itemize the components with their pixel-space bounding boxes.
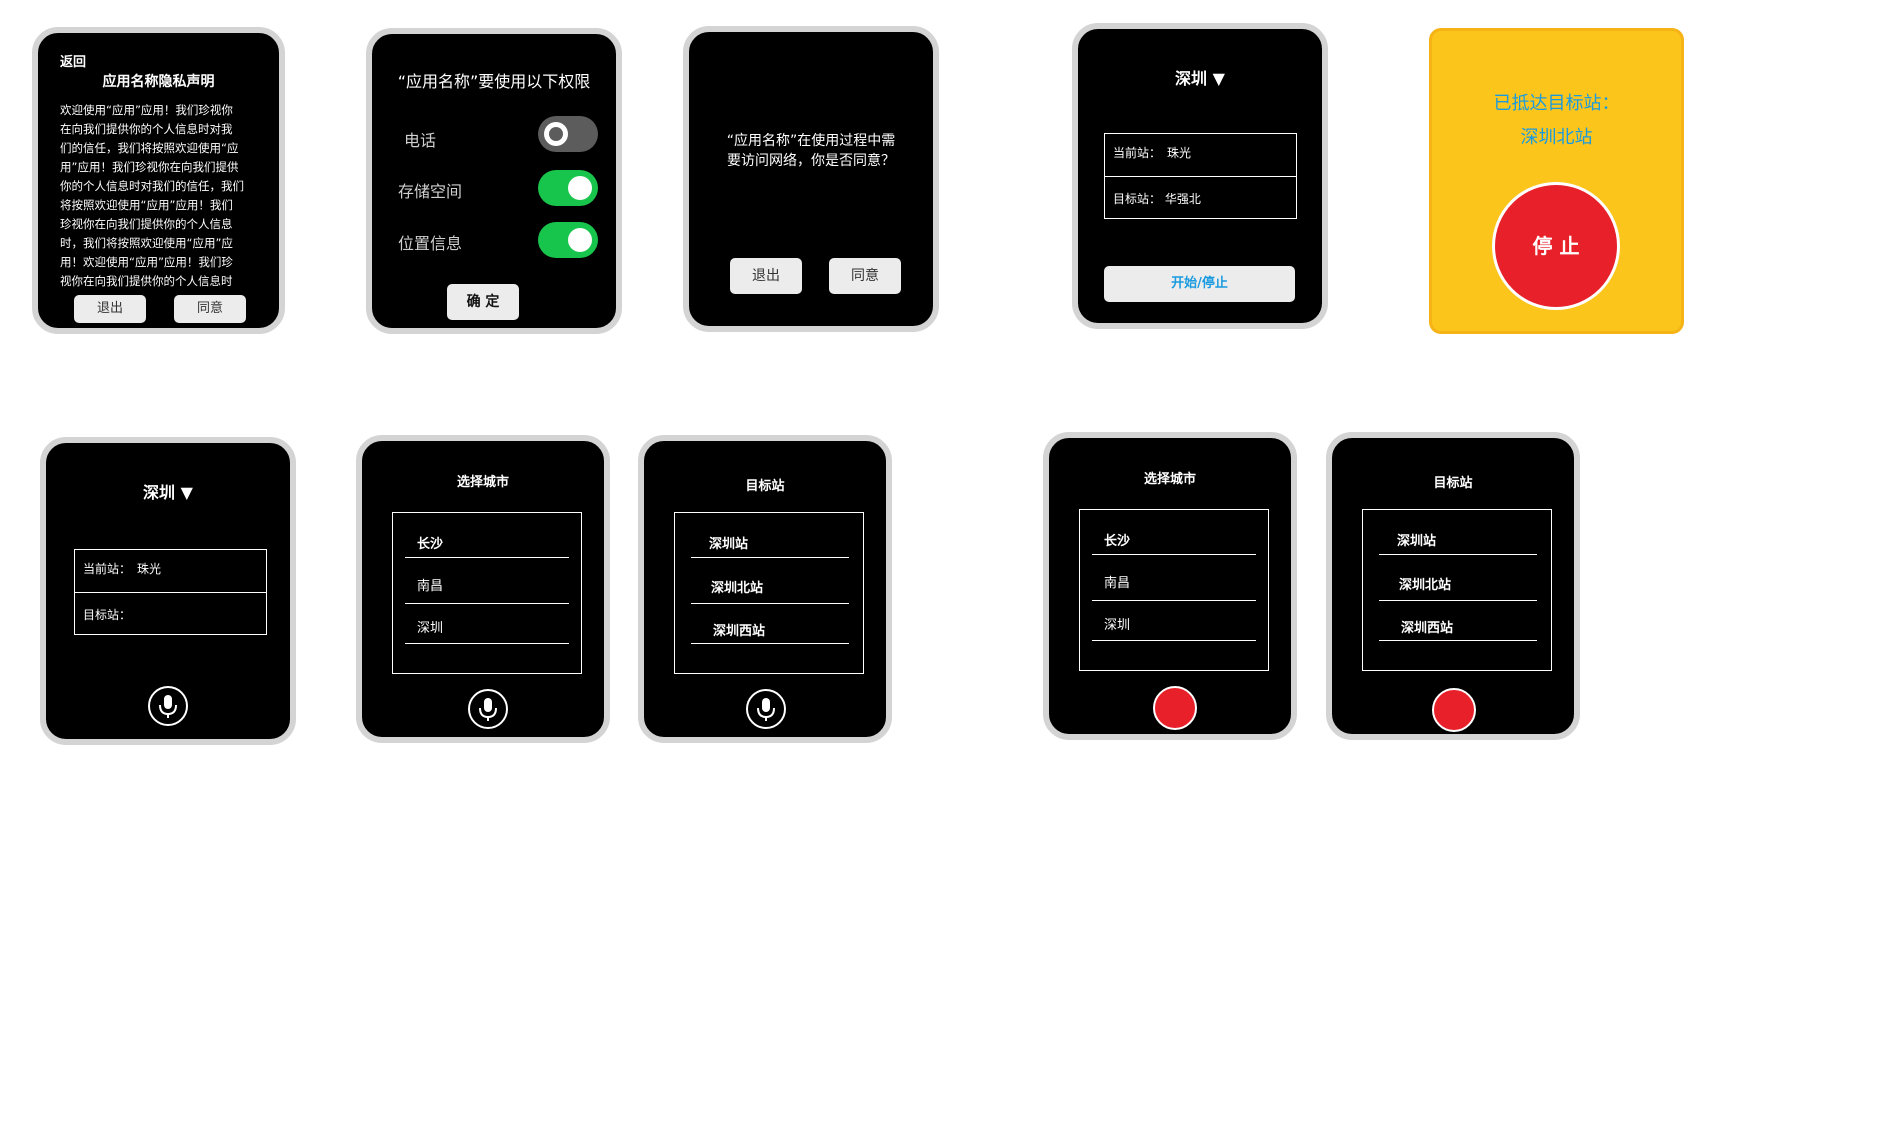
privacy-body-line: 珍视你在向我们提供你的个人信息 [60, 217, 233, 231]
list-item[interactable]: 深圳站 [709, 533, 748, 552]
list-item[interactable]: 深圳站 [1397, 530, 1436, 549]
city-select-title: 选择城市 [1143, 472, 1196, 487]
network-question-line2: 要访问网络，你是否同意？ [727, 153, 895, 169]
perm-label-location: 位置信息 [398, 234, 463, 253]
list-item[interactable]: 深圳北站 [711, 577, 763, 596]
permissions-title: “应用名称”要使用以下权限 [397, 72, 591, 91]
current-station: 当前站： 珠光 [1113, 146, 1192, 160]
exit-button[interactable]: 退出 [74, 295, 146, 323]
target-list: 深圳站 深圳北站 深圳西站 [1362, 509, 1552, 671]
target-list: 深圳站 深圳北站 深圳西站 [674, 512, 864, 674]
stop-button[interactable]: 停 止 [1492, 182, 1620, 310]
privacy-body-line: 视你在向我们提供你的个人信息时 [60, 274, 233, 288]
perm-toggle-phone[interactable] [538, 116, 598, 152]
target-station: 目标站： [83, 608, 132, 622]
watch-network-consent: “应用名称”在使用过程中需 要访问网络，你是否同意？ 退出 同意 [683, 26, 939, 332]
arrived-station: 深圳北站 [1520, 127, 1593, 148]
perm-label-phone: 电话 [404, 131, 437, 150]
privacy-body-line: 欢迎使用“应用”应用！我们珍视你 [60, 103, 233, 117]
target-select-title: 目标站 [1433, 476, 1473, 491]
city-list: 长沙 南昌 深圳 [1079, 509, 1269, 671]
confirm-button[interactable]: 确 定 [447, 284, 519, 320]
city-dropdown[interactable]: 深圳 ▼ [1078, 65, 1322, 89]
watch-main-voice: 深圳 ▼ 当前站： 珠光 目标站： [40, 437, 296, 745]
microphone-button[interactable] [468, 689, 508, 729]
city-list: 长沙 南昌 深圳 [392, 512, 582, 674]
list-item[interactable]: 深圳西站 [1401, 617, 1453, 636]
recording-button[interactable] [1153, 686, 1197, 730]
stop-label: 停 止 [1532, 234, 1580, 258]
exit-button[interactable]: 退出 [730, 258, 802, 294]
list-item[interactable]: 长沙 [417, 533, 443, 552]
privacy-body-line: 你的个人信息时对我们的信任，我们 [60, 179, 244, 193]
arrived-label: 已抵达目标站： [1493, 93, 1620, 114]
privacy-body-line: 在向我们提供你的个人信息时对我 [60, 122, 233, 136]
watch-target-select-recording: 目标站 深圳站 深圳北站 深圳西站 [1326, 432, 1580, 740]
microphone-icon [159, 695, 177, 718]
list-item[interactable]: 南昌 [1104, 572, 1130, 591]
city-select-title: 选择城市 [456, 475, 509, 490]
watch-arrived: 已抵达目标站： 深圳北站 停 止 [1429, 28, 1684, 334]
privacy-body-line: 时，我们将按照欢迎使用“应用”应 [60, 236, 233, 250]
list-item[interactable]: 深圳 [417, 617, 443, 636]
current-station: 当前站： 珠光 [83, 562, 162, 576]
station-info-box: 当前站： 珠光 目标站： [74, 549, 267, 635]
list-item[interactable]: 深圳 [1104, 614, 1130, 633]
privacy-title: 应用名称隐私声明 [102, 74, 215, 90]
privacy-body-line: 用”应用！我们珍视你在向我们提供 [60, 160, 239, 174]
target-select-title: 目标站 [745, 479, 785, 494]
list-item[interactable]: 深圳西站 [713, 620, 765, 639]
watch-privacy-statement: 返回 应用名称隐私声明 欢迎使用“应用”应用！我们珍视你 在向我们提供你的个人信息… [32, 27, 285, 334]
network-question-line1: “应用名称”在使用过程中需 [726, 133, 896, 149]
microphone-icon [757, 698, 775, 721]
perm-toggle-location[interactable] [538, 222, 598, 258]
microphone-button[interactable] [746, 689, 786, 729]
watch-main-start-stop: 深圳 ▼ 当前站： 珠光 目标站： 华强北 开始/停止 [1072, 23, 1328, 329]
watch-permissions: “应用名称”要使用以下权限 电话 存储空间 位置信息 确 定 [366, 28, 622, 334]
microphone-button[interactable] [148, 686, 188, 726]
watch-city-select-voice: 选择城市 长沙 南昌 深圳 [356, 435, 610, 743]
perm-toggle-storage[interactable] [538, 170, 598, 206]
station-info-box: 当前站： 珠光 目标站： 华强北 [1104, 133, 1297, 219]
list-item[interactable]: 深圳北站 [1399, 574, 1451, 593]
privacy-body-line: 将按照欢迎使用“应用”应用！我们 [60, 198, 233, 212]
city-dropdown[interactable]: 深圳 ▼ [46, 479, 290, 503]
privacy-body-line: 用！欢迎使用“应用”应用！我们珍 [60, 255, 233, 269]
target-station: 目标站： 华强北 [1113, 192, 1201, 206]
privacy-body-line: 们的信任，我们将按照欢迎使用“应 [60, 141, 239, 155]
start-stop-button[interactable]: 开始/停止 [1104, 266, 1295, 302]
agree-button[interactable]: 同意 [829, 258, 901, 294]
watch-target-select-voice: 目标站 深圳站 深圳北站 深圳西站 [638, 435, 892, 743]
microphone-icon [479, 698, 497, 721]
perm-label-storage: 存储空间 [398, 182, 463, 201]
back-link[interactable]: 返回 [60, 51, 86, 70]
privacy-body: 欢迎使用“应用”应用！我们珍视你 在向我们提供你的个人信息时对我 们的信任，我们将按… [60, 101, 266, 291]
recording-button[interactable] [1432, 688, 1476, 732]
watch-city-select-recording: 选择城市 长沙 南昌 深圳 [1043, 432, 1297, 740]
agree-button[interactable]: 同意 [174, 295, 246, 323]
list-item[interactable]: 南昌 [417, 575, 443, 594]
list-item[interactable]: 长沙 [1104, 530, 1130, 549]
